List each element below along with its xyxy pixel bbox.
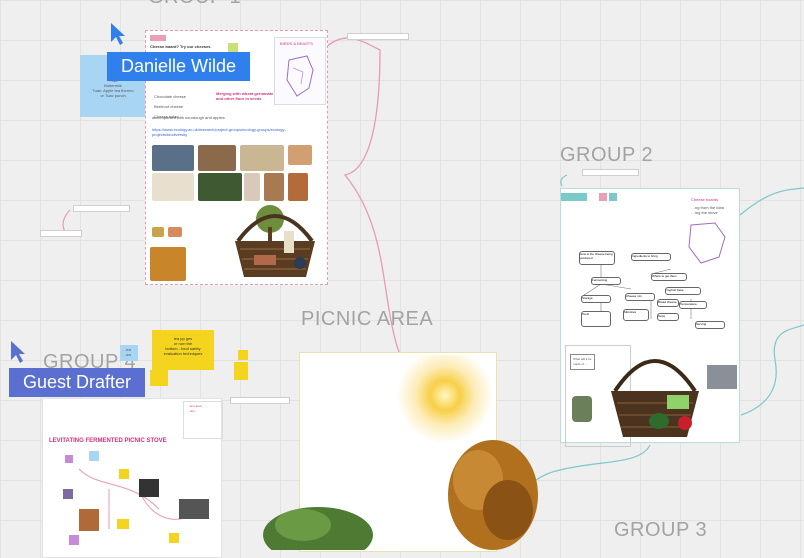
green-tree-image xyxy=(263,507,373,550)
flow-node[interactable]: Cheese mix xyxy=(625,293,655,301)
stove-board[interactable]: LEVITATING FERMENTED PICNIC STOVE …lem a… xyxy=(42,398,223,558)
flow-node-text: Storage xyxy=(582,296,593,300)
yellow-sticky-small[interactable] xyxy=(234,362,248,380)
photo-thumbnail[interactable] xyxy=(198,173,242,201)
flow-node-text: Ingredients to bring xyxy=(632,254,658,258)
flow-node[interactable]: Serving xyxy=(695,321,725,329)
photo-thumbnail[interactable] xyxy=(240,145,284,171)
collaborator-cursor-label: Danielle Wilde xyxy=(107,52,251,81)
autumn-tree-image xyxy=(448,440,538,550)
map-title: BIRDS & BEASTS xyxy=(280,41,313,46)
teal-connector-1 xyxy=(739,187,804,216)
ghost-field[interactable] xyxy=(347,33,409,40)
photo-thumbnail[interactable] xyxy=(707,365,737,389)
ghost-field[interactable] xyxy=(582,169,639,176)
map-panel: BIRDS & BEASTS xyxy=(274,37,326,105)
map-panel: …lem area …tion xyxy=(183,401,223,439)
group-2-board[interactable]: Cheese boards …ng from the idea …ing the… xyxy=(560,188,740,447)
cursor-arrow-icon xyxy=(111,23,125,45)
board1-pink-text: Merging with wheat germinate and other f… xyxy=(216,91,274,101)
photo-thumbnail[interactable] xyxy=(152,227,164,237)
yellow-sticky-small[interactable] xyxy=(238,350,248,360)
photo-thumbnail[interactable] xyxy=(152,173,194,201)
photo-thumbnail[interactable] xyxy=(244,173,260,201)
flow-node[interactable]: Microbes xyxy=(623,309,649,321)
flow-node[interactable]: Tests xyxy=(657,313,679,321)
photo-thumbnail[interactable] xyxy=(198,145,236,171)
collaborator-cursor-label: Guest Drafter xyxy=(9,368,146,397)
photo-thumbnail[interactable] xyxy=(288,145,312,165)
group-3-label: GROUP 3 xyxy=(614,519,708,541)
board1-heading: Cheese board? Try our cheeses xyxy=(150,44,211,49)
flow-node-text: Microbes xyxy=(624,310,637,314)
flow-node-text: Tests xyxy=(658,314,666,318)
picnic-basket-image xyxy=(235,205,315,277)
small-blue-sticky[interactable]: …ew …ow xyxy=(120,345,138,361)
sun-image xyxy=(390,355,500,445)
flow-node-text: Serving xyxy=(696,322,707,326)
flow-node[interactable]: Temperature xyxy=(679,301,707,309)
cabbage-image xyxy=(572,396,592,422)
list-item: Chocolate cheese xyxy=(154,94,187,99)
flow-node-text: How is the cheese being produced xyxy=(580,252,613,260)
group-2-label: GROUP 2 xyxy=(560,144,654,166)
picnic-basket-image xyxy=(611,359,699,437)
small-blue-note-text: …ew …ow xyxy=(122,347,132,357)
board1-body: accompanied with sourdough and apples xyxy=(152,115,225,120)
teal-connector-4 xyxy=(560,174,568,187)
flow-node[interactable]: Bread cheese xyxy=(657,299,679,307)
map-illustration xyxy=(286,55,314,97)
flow-node[interactable]: How is the cheese being produced xyxy=(579,251,615,265)
photo-thumbnail[interactable] xyxy=(150,247,186,281)
ghost-field[interactable] xyxy=(40,230,82,237)
photo-thumbnail[interactable] xyxy=(288,173,308,201)
flow-node-text: Temperature xyxy=(680,302,697,306)
pink-tab xyxy=(150,35,166,41)
photo-thumbnail[interactable] xyxy=(264,173,284,201)
flow-node-text: Where to get them xyxy=(652,274,677,278)
flow-node[interactable]: Tools xyxy=(581,311,611,327)
list-item: Beetroot cheese xyxy=(154,104,184,109)
group-1-label: GROUP 1 xyxy=(148,0,241,9)
yellow-sticky-small[interactable] xyxy=(150,370,168,386)
picnic-area-label: PICNIC AREA xyxy=(301,308,434,330)
flow-node-text: Fermenting xyxy=(592,278,608,282)
flow-node[interactable]: Fermenting xyxy=(591,277,621,285)
flow-node[interactable]: Ingredients to bring xyxy=(631,253,671,261)
photo-thumbnail[interactable] xyxy=(168,227,182,237)
stove-diagram xyxy=(63,451,209,545)
flow-node-text: Bread cheese xyxy=(658,300,677,304)
flow-node[interactable]: Yoghurt base xyxy=(665,287,701,295)
flow-node-text: Cheese mix xyxy=(626,294,642,298)
board1-link[interactable]: https://www.ecology.ac.uk/research/proje… xyxy=(152,127,292,137)
cursor-arrow-icon xyxy=(11,341,25,363)
flow-node-text: Yoghurt base xyxy=(666,288,684,292)
flow-node[interactable]: Where to get them xyxy=(651,273,687,281)
flow-node[interactable]: Storage xyxy=(581,295,611,303)
stove-title: LEVITATING FERMENTED PICNIC STOVE xyxy=(49,438,167,444)
ghost-field[interactable] xyxy=(73,205,130,212)
yellow-note-text: lea pp ges or rom the bottom - food safe… xyxy=(163,336,203,356)
ghost-field[interactable] xyxy=(230,397,290,404)
flow-node-text: Tools xyxy=(582,312,590,316)
question-box-text: What will it be made of ... xyxy=(570,354,595,370)
yellow-sticky-note[interactable]: lea pp ges or rom the bottom - food safe… xyxy=(152,330,214,370)
photo-thumbnail[interactable] xyxy=(152,145,194,171)
teal-connector-2 xyxy=(740,324,804,416)
map-note: …lem area …tion xyxy=(187,404,202,413)
